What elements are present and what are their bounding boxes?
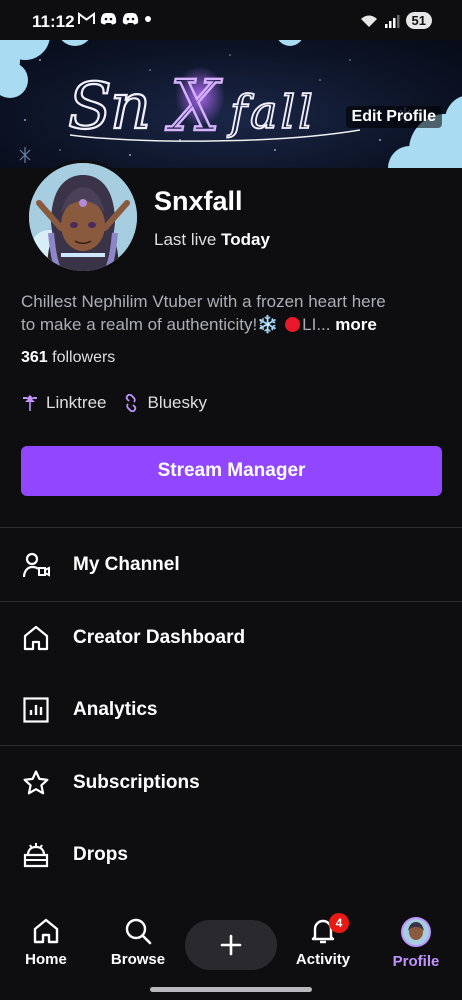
channel-name: Snxfall [154, 186, 243, 216]
wifi-icon [360, 15, 377, 27]
stream-manager-button[interactable]: Stream Manager [21, 446, 442, 496]
bio-tail: LI... [302, 315, 331, 334]
nav-activity[interactable]: 4 Activity [283, 913, 363, 968]
snowflake-emoji: ❄️ [257, 315, 279, 334]
link-bluesky[interactable]: Bluesky [122, 393, 207, 413]
menu-label-creator-dashboard: Creator Dashboard [73, 627, 246, 648]
nav-activity-label: Activity [295, 951, 351, 968]
profile-banner: Sn X fall Edit Profile [0, 40, 462, 168]
svg-text:fall: fall [227, 85, 316, 139]
linktree-icon [23, 395, 37, 411]
discord-icon-2 [122, 13, 139, 25]
menu-label-subscriptions: Subscriptions [73, 772, 200, 793]
followers-number: 361 [21, 349, 48, 366]
avatar-image [29, 163, 137, 271]
menu-item-drops[interactable]: Drops [0, 825, 462, 885]
svg-text:Sn: Sn [68, 70, 149, 144]
menu-item-creator-dashboard[interactable]: Creator Dashboard [0, 608, 462, 668]
home-dashboard-icon [21, 623, 51, 653]
bio-line-1: Chillest Nephilim Vtuber with a frozen h… [21, 292, 386, 311]
svg-text:X: X [165, 65, 223, 147]
bluesky-icon [126, 394, 137, 412]
last-live-prefix: Last live [154, 230, 217, 249]
last-live-value: Today [221, 230, 270, 249]
bio: Chillest Nephilim Vtuber with a frozen h… [21, 290, 446, 336]
signal-icon [384, 14, 400, 28]
battery-indicator: 51 [405, 12, 432, 29]
banner-art: Sn X fall [0, 40, 462, 168]
edit-profile-button[interactable]: Edit Profile [345, 106, 442, 128]
profile-avatar-icon [401, 917, 431, 947]
nav-browse[interactable]: Browse [98, 917, 178, 968]
menu-item-my-channel[interactable]: My Channel [0, 535, 462, 595]
search-icon [125, 918, 152, 945]
social-links: Linktree Bluesky [21, 393, 223, 413]
system-icons: 51 [360, 12, 432, 29]
divider [0, 527, 462, 528]
nav-home[interactable]: Home [6, 917, 86, 968]
link-linktree[interactable]: Linktree [21, 393, 106, 413]
followers-label: followers [52, 349, 116, 366]
menu-label-drops: Drops [73, 844, 128, 865]
analytics-icon [21, 695, 51, 725]
last-live: Last live Today [154, 230, 270, 250]
nav-home-label: Home [25, 951, 67, 968]
red-circle-emoji [285, 317, 301, 332]
bluesky-label: Bluesky [147, 393, 208, 412]
activity-badge: 4 [329, 913, 349, 933]
nav-profile-label: Profile [392, 953, 440, 970]
home-icon [33, 918, 59, 944]
star-icon [21, 768, 51, 798]
channel-icon [21, 550, 51, 580]
notification-icons [78, 12, 152, 25]
divider [0, 745, 462, 746]
avatar[interactable] [26, 160, 140, 274]
drops-icon [21, 840, 51, 870]
gmail-icon [78, 12, 95, 24]
bio-line-2: to make a realm of authenticity! [21, 315, 258, 334]
status-time: 11:12 [32, 12, 75, 31]
gesture-bar [150, 987, 312, 992]
menu-item-subscriptions[interactable]: Subscriptions [0, 753, 462, 813]
bottom-nav: Home Browse 4 Activity Profile [0, 905, 462, 1000]
status-bar: 11:12 51 [0, 0, 462, 40]
plus-icon [220, 934, 242, 956]
linktree-label: Linktree [46, 393, 107, 412]
menu-label-my-channel: My Channel [73, 554, 180, 575]
create-button[interactable] [185, 920, 277, 970]
divider [0, 601, 462, 602]
nav-browse-label: Browse [110, 951, 166, 968]
bio-more-link[interactable]: more [335, 315, 377, 334]
menu-label-analytics: Analytics [73, 699, 158, 720]
followers-count: 361 followers [21, 349, 115, 367]
nav-profile[interactable]: Profile [376, 917, 456, 970]
dot-icon [145, 15, 151, 22]
discord-icon [100, 13, 117, 25]
menu-item-analytics[interactable]: Analytics [0, 680, 462, 740]
